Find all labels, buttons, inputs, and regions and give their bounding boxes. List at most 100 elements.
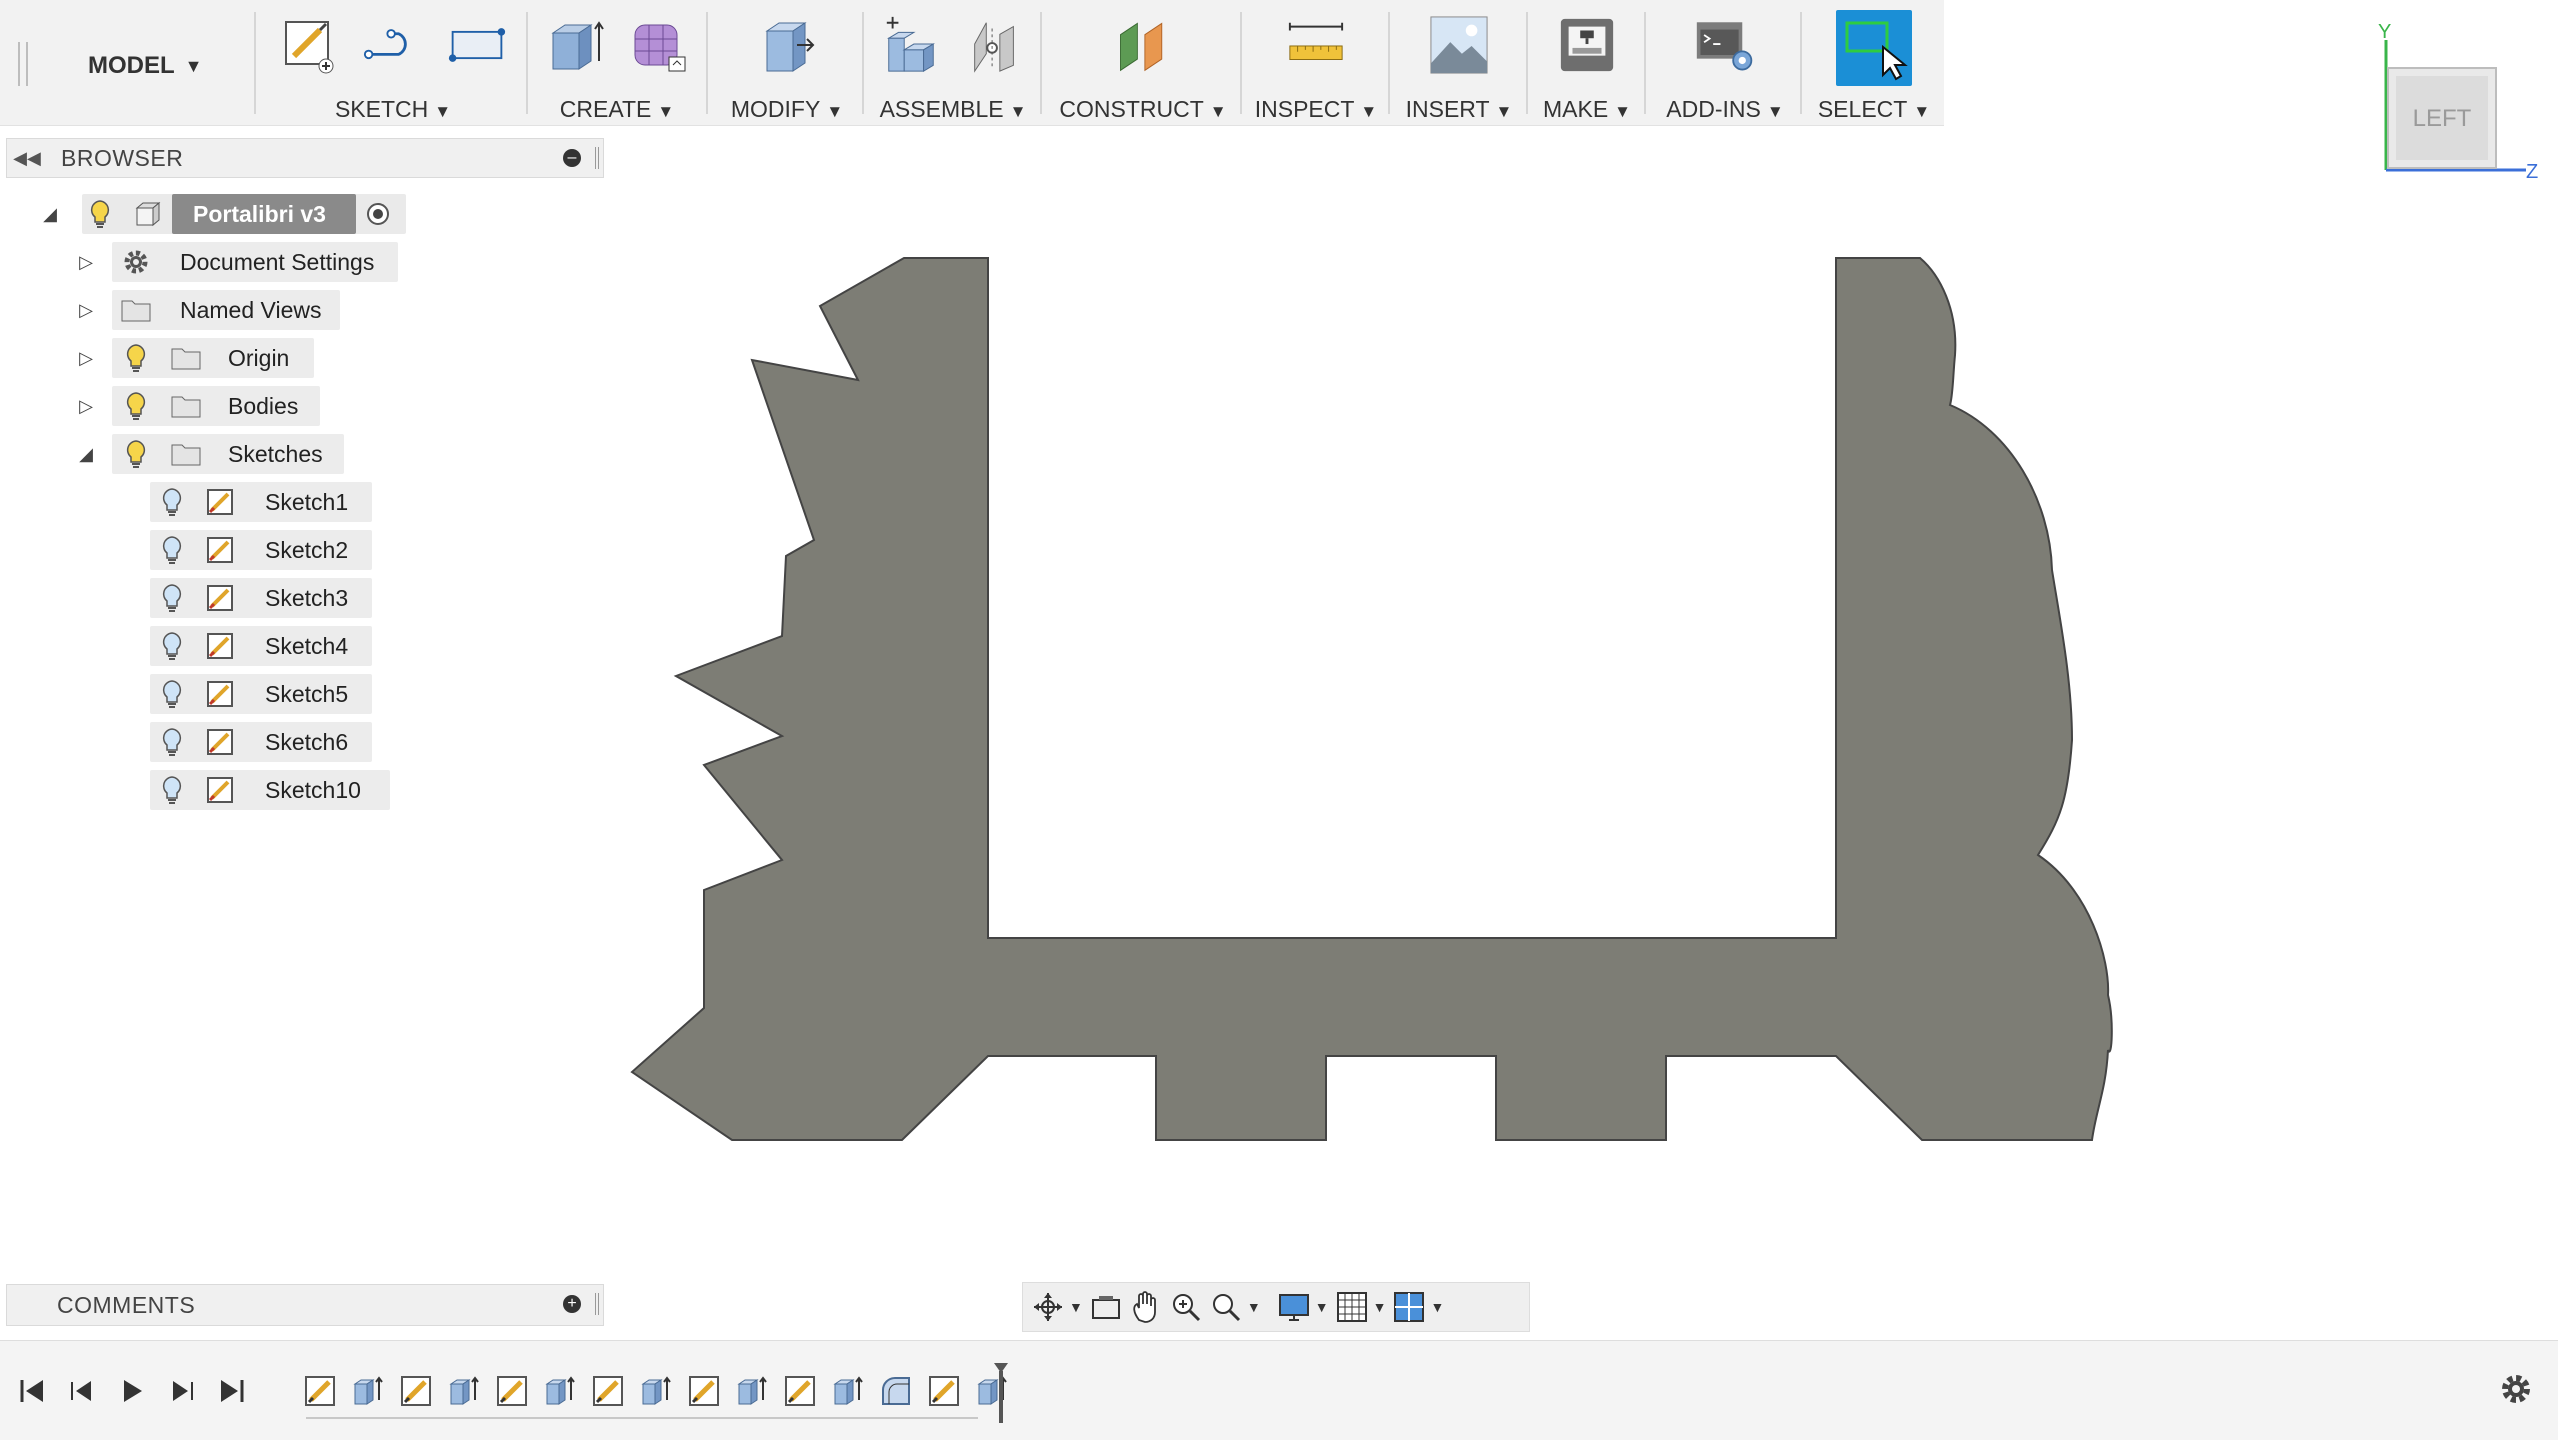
tree-item-bodies[interactable]: ▷ Bodies — [0, 386, 420, 426]
go-to-start-button[interactable] — [12, 1371, 52, 1411]
tree-item-sketch[interactable]: Sketch4 — [0, 626, 420, 666]
inspect-menu[interactable]: INSPECT ▼ — [1246, 96, 1386, 123]
insert-menu[interactable]: INSERT ▼ — [1394, 96, 1524, 123]
timeline-sketch-icon[interactable] — [396, 1371, 436, 1411]
collapsed-triangle-icon[interactable]: ▷ — [74, 300, 98, 321]
extrude-icon[interactable] — [545, 14, 605, 76]
tree-item-sketch[interactable]: Sketch3 — [0, 578, 420, 618]
panel-resize-grip[interactable] — [595, 1293, 599, 1315]
timeline-extrude-icon[interactable] — [828, 1371, 868, 1411]
modify-menu[interactable]: MODIFY ▼ — [712, 96, 862, 123]
model-profile[interactable] — [630, 257, 2113, 1141]
viewcube[interactable]: Y Z LEFT — [2368, 20, 2538, 190]
lightbulb-icon[interactable] — [156, 482, 188, 522]
go-to-end-button[interactable] — [212, 1371, 252, 1411]
play-button[interactable] — [112, 1371, 152, 1411]
tree-item-sketch[interactable]: Sketch2 — [0, 530, 420, 570]
scripts-icon[interactable] — [1695, 14, 1755, 76]
grid-settings-button[interactable]: ▼ — [1335, 1287, 1387, 1327]
lightbulb-icon[interactable] — [156, 722, 188, 762]
toolbar-grip[interactable] — [18, 42, 28, 86]
lightbulb-icon[interactable] — [156, 530, 188, 570]
activate-radio-icon[interactable] — [362, 194, 394, 234]
timeline-extrude-icon[interactable] — [348, 1371, 388, 1411]
chevron-down-icon: ▼ — [434, 102, 452, 121]
insert-image-icon[interactable] — [1429, 14, 1489, 76]
tree-item-named-views[interactable]: ▷ Named Views — [0, 290, 420, 330]
tree-item-origin[interactable]: ▷ Origin — [0, 338, 420, 378]
joint-icon[interactable] — [965, 14, 1025, 76]
rectangle-icon[interactable] — [447, 14, 507, 76]
timeline-extrude-icon[interactable] — [732, 1371, 772, 1411]
collapsed-triangle-icon[interactable]: ▷ — [74, 252, 98, 273]
step-forward-button[interactable] — [162, 1371, 202, 1411]
make-menu[interactable]: MAKE ▼ — [1532, 96, 1642, 123]
add-comment-button[interactable]: + — [563, 1295, 581, 1313]
chevron-down-icon[interactable]: ▼ — [1247, 1299, 1261, 1315]
collapse-browser-button[interactable]: – — [563, 149, 581, 167]
tree-item-sketch[interactable]: Sketch1 — [0, 482, 420, 522]
step-back-button[interactable] — [62, 1371, 102, 1411]
timeline-settings-button[interactable] — [2496, 1369, 2536, 1409]
expanded-triangle-icon[interactable]: ◢ — [74, 444, 98, 465]
look-at-button[interactable] — [1089, 1287, 1123, 1327]
tree-item-sketch[interactable]: Sketch10 — [0, 770, 420, 810]
create-menu[interactable]: CREATE ▼ — [532, 96, 702, 123]
lightbulb-icon[interactable] — [156, 578, 188, 618]
collapsed-triangle-icon[interactable]: ▷ — [74, 348, 98, 369]
lightbulb-icon[interactable] — [84, 194, 116, 234]
add-ins-menu[interactable]: ADD-INS ▼ — [1650, 96, 1800, 123]
chevron-down-icon[interactable]: ▼ — [1315, 1299, 1329, 1315]
lightbulb-icon[interactable] — [120, 338, 152, 378]
lightbulb-icon[interactable] — [156, 626, 188, 666]
lightbulb-icon[interactable] — [120, 434, 152, 474]
display-settings-button[interactable]: ▼ — [1277, 1287, 1329, 1327]
tree-item-document-settings[interactable]: ▷ Document Settings — [0, 242, 420, 282]
chevron-down-icon[interactable]: ▼ — [1069, 1299, 1083, 1315]
collapse-panel-icon[interactable]: ◀◀ — [7, 148, 47, 169]
sketch-menu[interactable]: SKETCH ▼ — [262, 96, 524, 123]
lightbulb-icon[interactable] — [120, 386, 152, 426]
fit-button[interactable]: ▼ — [1209, 1287, 1261, 1327]
lightbulb-icon[interactable] — [156, 770, 188, 810]
timeline-sketch-icon[interactable] — [492, 1371, 532, 1411]
select-tool-icon[interactable] — [1836, 10, 1912, 86]
tree-root-node[interactable]: ◢ Portalibri v3 — [0, 194, 420, 234]
tree-item-sketches[interactable]: ◢ Sketches — [0, 434, 420, 474]
timeline-fillet-icon[interactable] — [876, 1371, 916, 1411]
assemble-menu[interactable]: ASSEMBLE ▼ — [868, 96, 1038, 123]
timeline-marker[interactable] — [994, 1363, 1008, 1423]
arc-line-icon[interactable] — [363, 14, 423, 76]
lightbulb-icon[interactable] — [156, 674, 188, 714]
create-sketch-icon[interactable] — [279, 14, 339, 76]
viewports-button[interactable]: ▼ — [1392, 1287, 1444, 1327]
new-component-icon[interactable] — [881, 14, 941, 76]
create-form-icon[interactable] — [629, 14, 689, 76]
chevron-down-icon[interactable]: ▼ — [1430, 1299, 1444, 1315]
timeline-extrude-icon[interactable] — [444, 1371, 484, 1411]
timeline-sketch-icon[interactable] — [684, 1371, 724, 1411]
measure-icon[interactable] — [1286, 14, 1346, 76]
chevron-down-icon[interactable]: ▼ — [1373, 1299, 1387, 1315]
timeline-sketch-icon[interactable] — [780, 1371, 820, 1411]
workspace-switcher[interactable]: MODEL ▼ — [88, 46, 203, 86]
tree-item-sketch[interactable]: Sketch5 — [0, 674, 420, 714]
offset-plane-icon[interactable] — [1113, 14, 1173, 76]
pan-button[interactable] — [1129, 1287, 1163, 1327]
tree-item-sketch[interactable]: Sketch6 — [0, 722, 420, 762]
timeline-sketch-icon[interactable] — [300, 1371, 340, 1411]
timeline-sketch-icon[interactable] — [588, 1371, 628, 1411]
zoom-button[interactable] — [1169, 1287, 1203, 1327]
orbit-button[interactable]: ▼ — [1031, 1287, 1083, 1327]
timeline-extrude-icon[interactable] — [636, 1371, 676, 1411]
panel-resize-grip[interactable] — [595, 147, 599, 169]
timeline-sketch-icon[interactable] — [924, 1371, 964, 1411]
3d-print-icon[interactable] — [1557, 14, 1617, 76]
chevron-down-icon: ▼ — [826, 102, 844, 121]
collapsed-triangle-icon[interactable]: ▷ — [74, 396, 98, 417]
timeline-extrude-icon[interactable] — [540, 1371, 580, 1411]
construct-menu[interactable]: CONSTRUCT ▼ — [1046, 96, 1240, 123]
select-menu[interactable]: SELECT ▼ — [1806, 96, 1942, 123]
expanded-triangle-icon[interactable]: ◢ — [38, 204, 62, 225]
press-pull-icon[interactable] — [757, 14, 817, 76]
